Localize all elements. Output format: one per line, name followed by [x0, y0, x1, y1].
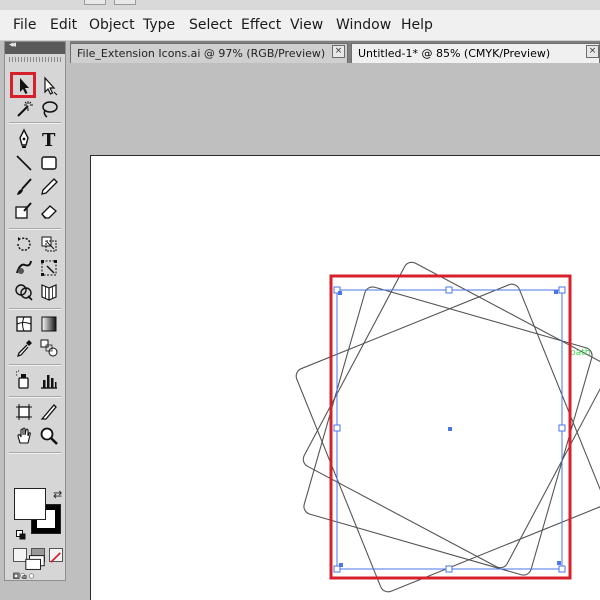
- divider: [9, 452, 61, 454]
- none-mode-button[interactable]: [49, 548, 63, 563]
- tab-untitled-1[interactable]: Untitled-1* @ 85% (CMYK/Preview): [351, 43, 600, 63]
- direct-selection-tool[interactable]: [38, 75, 60, 97]
- selection-bounding-box: [333, 286, 566, 573]
- screen-mode-button[interactable]: [24, 552, 48, 570]
- eraser-tool[interactable]: [38, 200, 60, 222]
- lasso-tool[interactable]: [38, 98, 60, 120]
- divider: [9, 228, 61, 230]
- warp-tool[interactable]: [13, 257, 35, 279]
- zoom-tool[interactable]: [38, 425, 60, 447]
- slice-tool[interactable]: [38, 401, 60, 423]
- lasso-icon: [42, 101, 58, 118]
- smart-guide-label: path: [570, 348, 590, 358]
- tools-panel: ◂◂ T ⇄: [4, 40, 66, 581]
- tab-label: Untitled-1* @ 85% (CMYK/Preview): [358, 47, 551, 60]
- rounded-rectangle-icon: [41, 156, 57, 170]
- blob-brush-tool[interactable]: [13, 200, 35, 222]
- type-tool[interactable]: T: [38, 128, 60, 150]
- free-transform-icon: [41, 260, 57, 276]
- pencil-icon: [41, 178, 58, 195]
- gradient-tool[interactable]: [38, 313, 60, 335]
- direct-selection-icon: [44, 76, 58, 96]
- type-t-icon: T: [42, 130, 56, 150]
- symbol-sprayer-icon: [16, 370, 29, 389]
- eyedropper-icon: [16, 340, 32, 358]
- column-graph-tool[interactable]: [38, 369, 60, 391]
- selected-tool-highlight: [10, 72, 36, 98]
- tab-close-icon[interactable]: ×: [586, 45, 599, 58]
- free-transform-tool[interactable]: [38, 257, 60, 279]
- line-segment-icon: [16, 155, 32, 171]
- mesh-icon: [16, 316, 32, 332]
- paintbrush-icon: [17, 178, 32, 195]
- menu-select[interactable]: Select: [189, 17, 232, 33]
- magic-wand-icon: [17, 101, 33, 117]
- rotate-icon: [17, 237, 31, 251]
- hand-icon: [17, 427, 31, 444]
- center-point: [448, 427, 452, 431]
- shape-builder-icon: [15, 284, 33, 301]
- default-fill-stroke-icon[interactable]: [16, 525, 26, 540]
- title-strip: [0, 0, 600, 10]
- scale-tool[interactable]: [38, 233, 60, 255]
- collapse-icon[interactable]: ◂◂: [9, 40, 16, 50]
- window-nub: [114, 0, 136, 5]
- tab-file-extension-icons[interactable]: File_Extension Icons.ai @ 97% (RGB/Previ…: [70, 43, 348, 63]
- menu-window[interactable]: Window: [336, 17, 391, 33]
- svg-text:T: T: [42, 130, 56, 150]
- symbol-sprayer-tool[interactable]: [13, 369, 35, 391]
- menu-bar: File Edit Object Type Select Effect View…: [0, 10, 600, 41]
- canvas-area[interactable]: path: [70, 63, 600, 600]
- mesh-tool[interactable]: [13, 313, 35, 335]
- divider: [9, 364, 61, 366]
- fill-swatch[interactable]: [14, 488, 46, 520]
- magic-wand-tool[interactable]: [13, 98, 35, 120]
- tab-label: File_Extension Icons.ai @ 97% (RGB/Previ…: [77, 47, 326, 60]
- rotated-square-shape: [295, 283, 600, 593]
- perspective-grid-icon: [41, 284, 57, 301]
- perspective-grid-tool[interactable]: [38, 281, 60, 303]
- none-slash-icon: [50, 552, 61, 563]
- tab-close-icon[interactable]: ×: [332, 45, 345, 58]
- menu-file[interactable]: File: [13, 17, 36, 33]
- window-nub: [84, 0, 106, 5]
- screen-mode-icon: [25, 555, 45, 570]
- line-segment-tool[interactable]: [13, 152, 35, 174]
- paintbrush-tool[interactable]: [13, 176, 35, 198]
- menu-type[interactable]: Type: [143, 17, 175, 33]
- rectangle-tool[interactable]: [38, 152, 60, 174]
- blob-brush-icon: [15, 202, 32, 219]
- eyedropper-tool[interactable]: [13, 337, 35, 359]
- divider: [9, 122, 61, 124]
- panel-grip[interactable]: [9, 57, 61, 62]
- menu-view[interactable]: View: [290, 17, 323, 33]
- rotate-tool[interactable]: [13, 233, 35, 255]
- artboard-icon: [16, 404, 32, 420]
- slice-knife-icon: [40, 404, 57, 420]
- divider: [9, 308, 61, 310]
- document-tabs: File_Extension Icons.ai @ 97% (RGB/Previ…: [70, 41, 600, 63]
- column-graph-icon: [41, 375, 57, 389]
- artwork-layer[interactable]: path: [70, 63, 600, 600]
- pen-tool[interactable]: [13, 128, 35, 150]
- gradient-icon: [41, 316, 57, 332]
- artboard-tool[interactable]: [13, 401, 35, 423]
- scale-icon: [41, 236, 57, 252]
- blend-tool[interactable]: [38, 337, 60, 359]
- magnifier-icon: [40, 427, 58, 445]
- tools-panel-header[interactable]: ◂◂: [5, 40, 65, 54]
- blend-icon: [40, 339, 58, 357]
- shape-builder-tool[interactable]: [13, 281, 35, 303]
- swap-fill-stroke-icon[interactable]: ⇄: [53, 488, 62, 501]
- menu-effect[interactable]: Effect: [241, 17, 281, 33]
- menu-help[interactable]: Help: [401, 17, 433, 33]
- menu-edit[interactable]: Edit: [50, 17, 77, 33]
- eraser-icon: [41, 205, 57, 219]
- pencil-tool[interactable]: [38, 176, 60, 198]
- divider: [9, 396, 61, 398]
- hand-tool[interactable]: [13, 425, 35, 447]
- pen-nib-icon: [19, 128, 29, 148]
- menu-object[interactable]: Object: [89, 17, 135, 33]
- warp-hand-icon: [16, 260, 32, 274]
